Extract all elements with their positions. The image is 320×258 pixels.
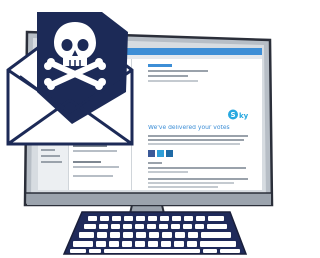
skull-crossbones-icon (44, 22, 106, 90)
skype-logo-icon: S ky (228, 109, 249, 120)
svg-text:ky: ky (239, 112, 249, 120)
email-heading: We've delivered your votes (148, 125, 230, 131)
social-links (148, 150, 188, 158)
phishing-email-envelope (0, 0, 140, 150)
facebook-icon[interactable] (148, 150, 155, 157)
svg-text:S: S (230, 111, 235, 119)
linkedin-icon[interactable] (166, 150, 173, 157)
keyboard-icon (62, 211, 248, 255)
keyboard (60, 208, 250, 258)
twitter-icon[interactable] (157, 150, 164, 157)
reading-pane: S ky We've delivered your votes (132, 59, 262, 190)
